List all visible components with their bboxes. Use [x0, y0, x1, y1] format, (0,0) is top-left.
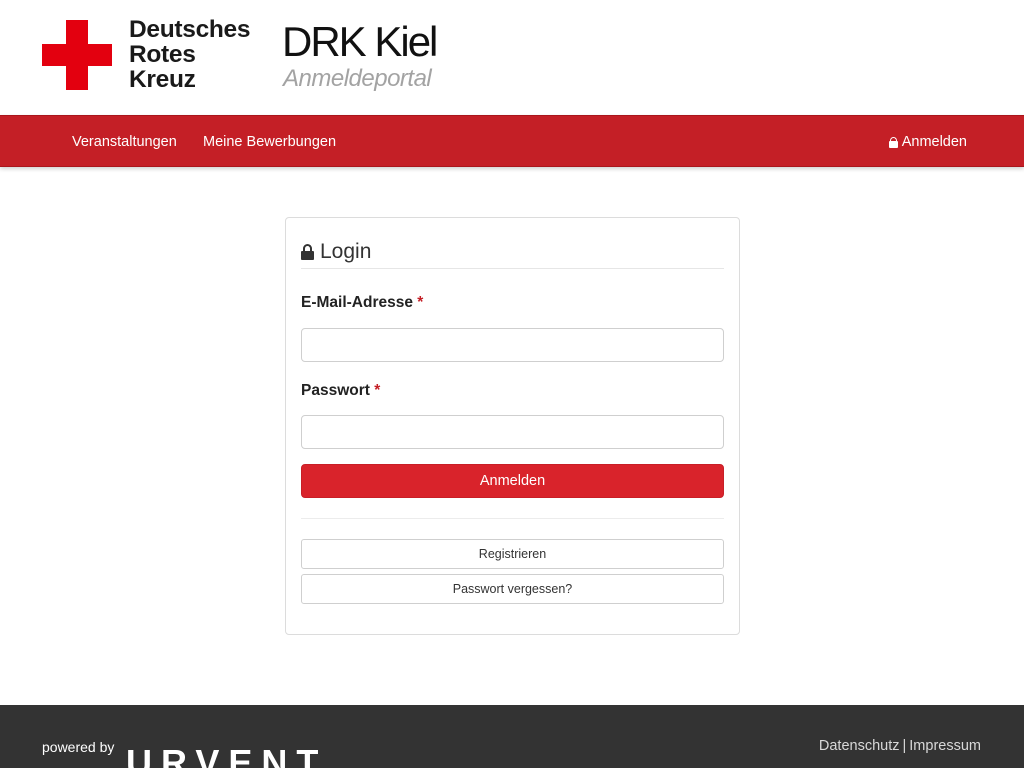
required-marker: * — [374, 382, 381, 399]
register-button[interactable]: Registrieren — [301, 539, 724, 569]
login-title: Login — [320, 240, 372, 263]
main-navbar: Veranstaltungen Meine Bewerbungen Anmeld… — [0, 115, 1024, 167]
email-label: E-Mail-Adresse * — [301, 294, 423, 312]
login-panel: Login E-Mail-Adresse * Passwort * Anmeld… — [285, 217, 740, 635]
org-line-1: Deutsches — [129, 16, 251, 43]
powered-by-text: powered by — [42, 739, 115, 755]
lock-icon — [301, 244, 314, 260]
login-heading: Login — [301, 240, 371, 264]
login-submit-button[interactable]: Anmelden — [301, 464, 724, 498]
org-line-2: Rotes — [129, 41, 196, 68]
nav-item-meine-bewerbungen[interactable]: Meine Bewerbungen — [203, 116, 336, 168]
site-title[interactable]: DRK Kiel — [282, 18, 438, 66]
divider — [301, 268, 724, 269]
divider — [301, 518, 724, 519]
link-separator: | — [902, 738, 907, 754]
email-field[interactable] — [301, 328, 724, 362]
urvent-logo-mark: URVENT — [126, 742, 327, 768]
site-footer: powered by URVENT Datenschutz | Impressum — [0, 705, 1024, 768]
org-line-3: Kreuz — [129, 66, 196, 93]
nav-login-link[interactable]: Anmelden — [888, 116, 967, 168]
lock-icon — [888, 136, 898, 148]
red-cross-logo[interactable] — [42, 20, 112, 90]
urvent-logo[interactable]: URVENT — [126, 739, 336, 768]
required-marker: * — [417, 294, 424, 311]
email-label-text: E-Mail-Adresse — [301, 294, 413, 311]
password-label-text: Passwort — [301, 382, 370, 399]
nav-login-label: Anmelden — [901, 134, 967, 150]
urvent-logo-text: URVENT — [126, 742, 327, 768]
privacy-link[interactable]: Datenschutz — [819, 738, 900, 754]
footer-links: Datenschutz | Impressum — [819, 738, 981, 754]
password-label: Passwort * — [301, 382, 380, 400]
password-field[interactable] — [301, 415, 724, 449]
site-header: Deutsches Rotes Kreuz DRK Kiel Anmeldepo… — [0, 0, 1024, 115]
nav-item-veranstaltungen[interactable]: Veranstaltungen — [72, 116, 177, 168]
site-subtitle: Anmeldeportal — [283, 65, 432, 92]
organization-name[interactable]: Deutsches Rotes Kreuz — [129, 16, 251, 93]
forgot-password-button[interactable]: Passwort vergessen? — [301, 574, 724, 604]
imprint-link[interactable]: Impressum — [909, 738, 981, 754]
